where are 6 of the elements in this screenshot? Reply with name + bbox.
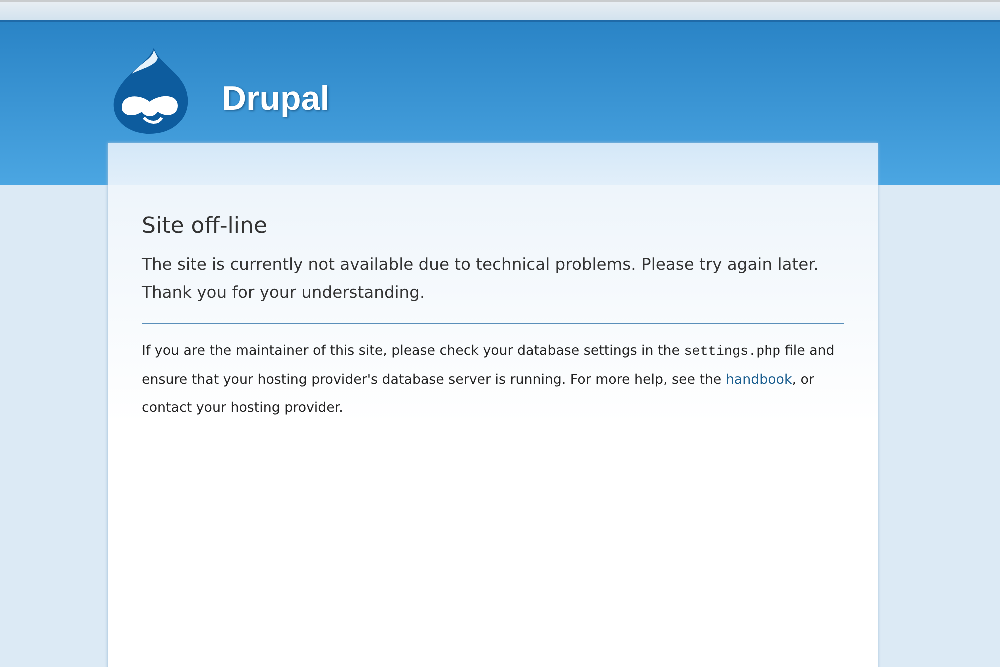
help-text: If you are the maintainer of this site, please check your database settings in the settings.php file and ensure that your hosting provider's database server is running. For more help, see the handbook, or contact your hosting provider. [142,342,836,418]
message-text: Thank you for your understanding. [142,282,426,304]
handbook-link[interactable]: handbook [726,372,792,388]
site-name: Drupal [222,79,330,120]
message-text: The site is currently not available due to technical problems. Please try again later. [142,254,819,276]
page-title: Site off-line [142,213,268,240]
